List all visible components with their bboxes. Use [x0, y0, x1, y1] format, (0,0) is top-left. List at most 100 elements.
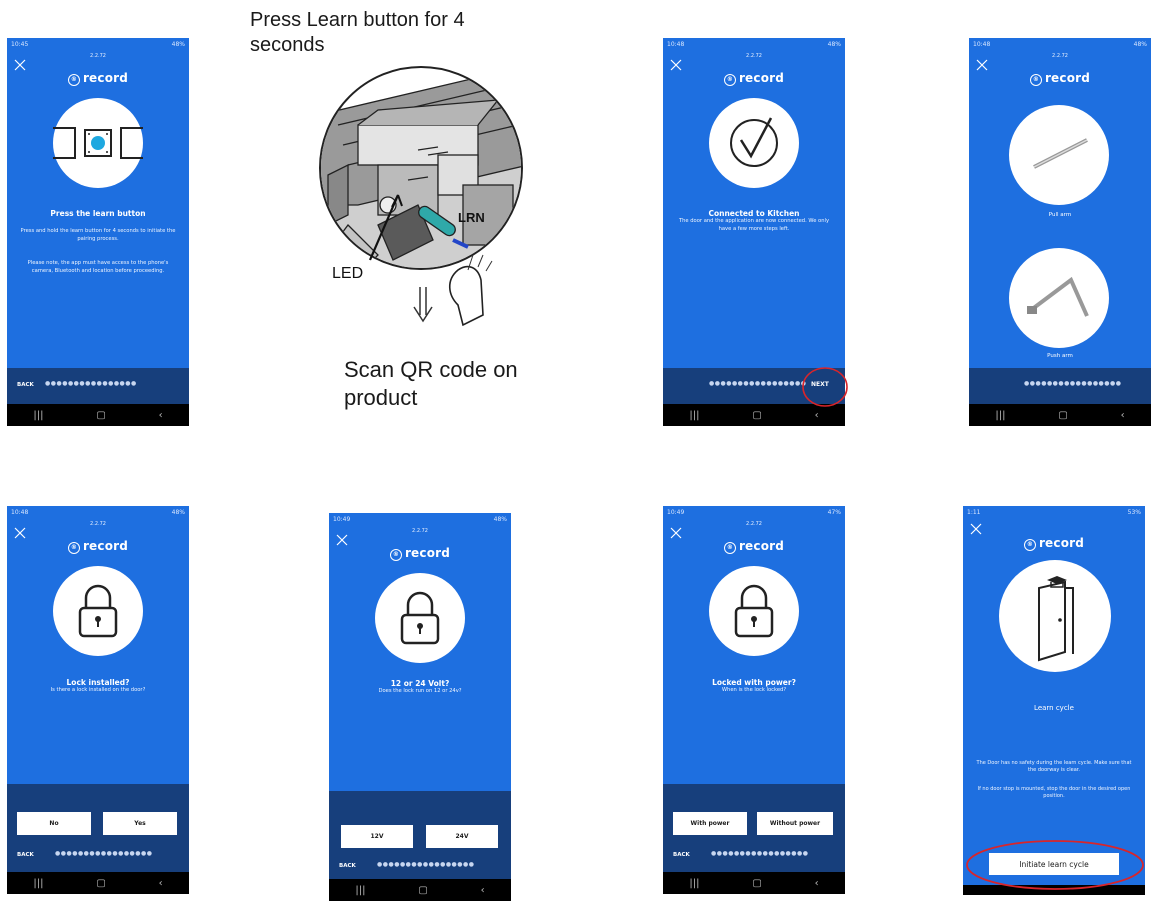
app-version: 2.2.72 — [90, 521, 106, 527]
screen-lock-installed: 10:48 48% 2.2.72 ® record Lock installed? … — [7, 506, 189, 894]
screen-title: 12 or 24 Volt? — [390, 679, 450, 688]
back-nav-icon[interactable]: ‹ — [159, 410, 163, 421]
recents-icon[interactable]: ||| — [995, 410, 1005, 421]
led-label: LED — [332, 265, 363, 282]
door-illustration — [999, 560, 1111, 672]
back-button[interactable]: BACK — [673, 852, 690, 858]
screen-title: Press the learn button — [50, 209, 146, 218]
status-battery: 53% — [1127, 509, 1141, 516]
recents-icon[interactable]: ||| — [355, 885, 365, 896]
progress-dots: ●●●●●●●●●●●●●●●●● — [55, 850, 153, 857]
screen-body: The door and the application are now con… — [678, 218, 830, 232]
status-battery: 48% — [493, 516, 507, 523]
with-power-button[interactable]: With power — [673, 812, 747, 835]
screen-title: Locked with power? — [712, 678, 796, 687]
status-bar: 10:49 48% — [333, 516, 507, 525]
android-nav-bar: ||| ▢ ‹ — [969, 404, 1151, 426]
progress-dots: ●●●●●●●●●●●●●●●● — [45, 380, 137, 387]
footer-bar: BACK ●●●●●●●●●●●●●●●● — [7, 368, 189, 404]
status-bar: 10:45 48% — [11, 41, 185, 50]
status-time: 10:48 — [973, 41, 991, 48]
lrn-label: LRN — [458, 210, 485, 225]
close-icon[interactable] — [975, 58, 989, 72]
back-button[interactable]: BACK — [17, 382, 34, 388]
recents-icon[interactable]: ||| — [689, 410, 699, 421]
home-icon[interactable]: ▢ — [752, 878, 761, 889]
back-button[interactable]: BACK — [339, 863, 356, 869]
footer-panel: With power Without power BACK ●●●●●●●●●●… — [663, 784, 845, 872]
padlock-illustration — [709, 566, 799, 656]
screen-title: Lock installed? — [66, 678, 130, 687]
status-time: 10:49 — [667, 509, 685, 516]
back-nav-icon[interactable]: ‹ — [159, 878, 163, 889]
12v-button[interactable]: 12V — [341, 825, 413, 848]
no-button[interactable]: No — [17, 812, 91, 835]
screen-subtitle: Is there a lock installed on the door? — [50, 687, 146, 693]
without-power-button[interactable]: Without power — [757, 812, 833, 835]
close-icon[interactable] — [669, 526, 683, 540]
status-time: 10:48 — [667, 41, 685, 48]
push-arm-option[interactable] — [1009, 248, 1109, 348]
home-icon[interactable]: ▢ — [96, 878, 105, 889]
footer-bar: ●●●●●●●●●●●●●●●●● — [969, 368, 1151, 404]
recents-icon[interactable]: ||| — [689, 878, 699, 889]
record-logo: ® record — [329, 546, 511, 561]
record-logo: ® record — [663, 539, 845, 554]
back-button[interactable]: BACK — [17, 852, 34, 858]
close-icon[interactable] — [669, 58, 683, 72]
app-version: 2.2.72 — [412, 528, 428, 534]
screen-title: Connected to Kitchen — [708, 209, 800, 218]
controller-board-illustration: LED LRN — [319, 66, 523, 327]
push-arm-label: Push arm — [1047, 353, 1073, 359]
footer-panel: 12V 24V BACK ●●●●●●●●●●●●●●●●● — [329, 791, 511, 879]
next-highlight-circle — [802, 367, 848, 407]
home-icon[interactable]: ▢ — [752, 410, 761, 421]
screen-voltage: 10:49 48% 2.2.72 ® record 12 or 24 Volt? D… — [329, 513, 511, 901]
home-icon[interactable]: ▢ — [418, 885, 427, 896]
back-nav-icon[interactable]: ‹ — [481, 885, 485, 896]
scan-qr-caption: Scan QR code on product — [344, 357, 518, 410]
24v-button[interactable]: 24V — [426, 825, 498, 848]
back-nav-icon[interactable]: ‹ — [815, 410, 819, 421]
close-icon[interactable] — [335, 533, 349, 547]
record-logo: ® record — [969, 71, 1151, 86]
status-bar: 10:48 48% — [667, 41, 841, 50]
padlock-illustration — [375, 573, 465, 663]
pull-arm-label: Pull arm — [1048, 212, 1072, 218]
close-icon[interactable] — [13, 58, 27, 72]
initiate-highlight-ellipse — [966, 840, 1144, 890]
status-time: 10:48 — [11, 509, 29, 516]
home-icon[interactable]: ▢ — [1058, 410, 1067, 421]
screen-body-2: If no door stop is mounted, stop the doo… — [977, 786, 1131, 799]
progress-dots: ●●●●●●●●●●●●●●●●● — [1024, 380, 1122, 387]
screen-body-2: Please note, the app must have access to… — [27, 260, 169, 274]
yes-button[interactable]: Yes — [103, 812, 177, 835]
app-version: 2.2.72 — [746, 53, 762, 59]
back-nav-icon[interactable]: ‹ — [1121, 410, 1125, 421]
status-battery: 48% — [171, 41, 185, 48]
android-nav-bar: ||| ▢ ‹ — [7, 404, 189, 426]
home-icon[interactable]: ▢ — [96, 410, 105, 421]
padlock-illustration — [53, 566, 143, 656]
close-icon[interactable] — [969, 522, 983, 536]
record-logo: ® record — [7, 71, 189, 86]
status-bar: 1:11 53% — [967, 509, 1141, 518]
android-nav-bar: ||| ▢ ‹ — [663, 872, 845, 894]
status-battery: 48% — [827, 41, 841, 48]
progress-dots: ●●●●●●●●●●●●●●●●● — [711, 850, 809, 857]
back-nav-icon[interactable]: ‹ — [815, 878, 819, 889]
recents-icon[interactable]: ||| — [33, 410, 43, 421]
app-version: 2.2.72 — [90, 53, 106, 59]
learn-button-illustration — [53, 98, 143, 188]
footer-panel: No Yes BACK ●●●●●●●●●●●●●●●●● — [7, 784, 189, 872]
android-nav-bar: ||| ▢ ‹ — [329, 879, 511, 901]
press-learn-caption: Press Learn button for 4 seconds — [250, 9, 465, 56]
pull-arm-option[interactable] — [1009, 105, 1109, 205]
status-battery: 47% — [827, 509, 841, 516]
record-logo: ® record — [663, 71, 845, 86]
app-version: 2.2.72 — [1052, 53, 1068, 59]
close-icon[interactable] — [13, 526, 27, 540]
app-version: 2.2.72 — [746, 521, 762, 527]
record-logo: ® record — [963, 536, 1145, 551]
recents-icon[interactable]: ||| — [33, 878, 43, 889]
